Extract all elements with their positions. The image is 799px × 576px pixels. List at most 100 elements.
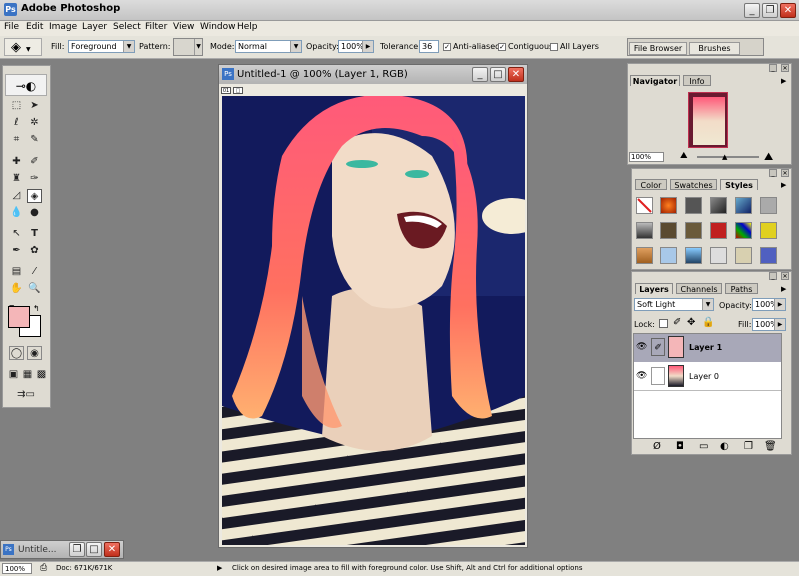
adobe-online-eye-icon[interactable]: ⊸◐	[5, 74, 47, 96]
screen-mode-full-menu-icon[interactable]: ▦	[20, 368, 35, 382]
zoom-slider-track[interactable]	[697, 156, 759, 158]
mode-select[interactable]: Normal ▼	[235, 40, 302, 53]
style-swatch[interactable]	[636, 247, 653, 264]
screen-mode-standard-icon[interactable]: ▣	[6, 368, 21, 382]
anti-aliased-checkbox[interactable]: ✓	[443, 43, 451, 51]
layer-fill-field[interactable]: 100% ▶	[752, 318, 786, 331]
chevron-right-icon[interactable]: ▶	[362, 41, 373, 52]
styles-menu-arrow-icon[interactable]: ▶	[781, 181, 786, 189]
move-tool-icon[interactable]: ➤	[27, 99, 42, 113]
history-brush-tool-icon[interactable]: ✑	[27, 172, 42, 186]
magic-wand-tool-icon[interactable]: ✲	[27, 116, 42, 130]
pattern-picker[interactable]: ▼	[173, 38, 203, 56]
marquee-tool-icon[interactable]: ⬚	[9, 99, 24, 113]
layer-style-icon[interactable]: Ø	[653, 441, 661, 452]
status-zoom-field[interactable]: 100%	[2, 563, 32, 574]
standard-mode-icon[interactable]: ◯	[9, 346, 24, 360]
chevron-right-icon[interactable]: ▶	[774, 299, 785, 310]
foreground-color-swatch[interactable]	[8, 306, 30, 328]
menu-window[interactable]: Window	[200, 22, 236, 32]
brushes-tab[interactable]: Brushes	[689, 42, 740, 55]
zoom-slider-thumb[interactable]: ▲	[722, 153, 727, 161]
lasso-tool-icon[interactable]: ℓ	[9, 116, 24, 130]
min-doc-maximize-button[interactable]: □	[86, 542, 102, 557]
blur-tool-icon[interactable]: 💧	[9, 206, 24, 220]
style-swatch[interactable]	[735, 197, 752, 214]
document-canvas[interactable]	[222, 96, 525, 545]
eyedropper-tool-icon[interactable]: ⁄	[27, 265, 42, 279]
zoom-out-icon[interactable]: ⛰	[680, 151, 688, 161]
brush-tool-icon[interactable]: ✐	[27, 155, 42, 169]
close-button[interactable]: ✕	[780, 3, 796, 18]
styles-close-button[interactable]: ✕	[781, 169, 789, 177]
type-tool-icon[interactable]: T	[27, 227, 42, 241]
new-layer-icon[interactable]: ❐	[744, 441, 753, 452]
notes-tool-icon[interactable]: ▤	[9, 265, 24, 279]
menu-view[interactable]: View	[173, 22, 194, 32]
tab-paths[interactable]: Paths	[725, 283, 758, 294]
layer-link-slot[interactable]	[651, 367, 665, 385]
tab-color[interactable]: Color	[635, 179, 667, 190]
jump-to-imageready-icon[interactable]: ⇉▭	[9, 388, 43, 402]
style-swatch[interactable]	[735, 247, 752, 264]
eraser-tool-icon[interactable]: ◿	[9, 189, 24, 203]
styles-minimize-button[interactable]: _	[769, 169, 777, 177]
style-swatch[interactable]	[760, 247, 777, 264]
clone-stamp-tool-icon[interactable]: ♜	[9, 172, 24, 186]
navigator-menu-arrow-icon[interactable]: ▶	[781, 77, 786, 85]
layer-opacity-field[interactable]: 100% ▶	[752, 298, 786, 311]
style-swatch[interactable]	[735, 222, 752, 239]
min-doc-close-button[interactable]: ✕	[104, 542, 120, 557]
menu-select[interactable]: Select	[113, 22, 141, 32]
tool-preset-picker[interactable]: ◈ ▼	[4, 38, 42, 56]
doc-maximize-button[interactable]: □	[490, 67, 506, 82]
minimize-button[interactable]: _	[744, 3, 760, 18]
hand-tool-icon[interactable]: ✋	[9, 282, 24, 296]
healing-brush-tool-icon[interactable]: ✚	[9, 155, 24, 169]
tab-channels[interactable]: Channels	[676, 283, 722, 294]
all-layers-checkbox[interactable]	[550, 43, 558, 51]
crop-tool-icon[interactable]: ⌗	[9, 133, 24, 147]
dodge-tool-icon[interactable]: ●	[27, 206, 42, 220]
navigator-zoom-field[interactable]: 100%	[629, 152, 664, 162]
swap-colors-icon[interactable]: ↰	[33, 304, 40, 313]
navigator-minimize-button[interactable]: _	[769, 64, 777, 72]
opacity-field[interactable]: 100% ▶	[338, 40, 374, 53]
custom-shape-tool-icon[interactable]: ✿	[27, 244, 42, 258]
fill-select[interactable]: Foreground ▼	[68, 40, 135, 53]
paint-bucket-tool-icon[interactable]: ◈	[27, 189, 42, 203]
style-swatch[interactable]	[636, 222, 653, 239]
tab-navigator[interactable]: Navigator	[630, 75, 680, 86]
style-swatch[interactable]	[685, 222, 702, 239]
blend-mode-select[interactable]: Soft Light ▼	[634, 298, 714, 311]
menu-layer[interactable]: Layer	[82, 22, 107, 32]
layers-close-button[interactable]: ✕	[781, 272, 789, 280]
zoom-in-icon[interactable]: ⛰	[764, 150, 773, 164]
tolerance-field[interactable]: 36	[419, 40, 439, 53]
add-mask-icon[interactable]: ◘	[676, 441, 684, 452]
contiguous-checkbox[interactable]: ✓	[498, 43, 506, 51]
lock-pixels-icon[interactable]: ✐	[673, 317, 681, 328]
layers-menu-arrow-icon[interactable]: ▶	[781, 285, 786, 293]
navigator-close-button[interactable]: ✕	[781, 64, 789, 72]
menu-filter[interactable]: Filter	[145, 22, 167, 32]
style-swatch[interactable]	[636, 197, 653, 214]
menu-image[interactable]: Image	[49, 22, 77, 32]
min-doc-restore-button[interactable]: ❐	[69, 542, 85, 557]
pen-tool-icon[interactable]: ✒	[9, 244, 24, 258]
delete-layer-icon[interactable]: 🗑	[764, 441, 777, 452]
zoom-tool-icon[interactable]: 🔍	[27, 282, 42, 296]
tab-info[interactable]: Info	[683, 75, 711, 86]
tab-styles[interactable]: Styles	[720, 179, 758, 190]
style-swatch[interactable]	[685, 197, 702, 214]
adjustment-layer-icon[interactable]: ◐	[720, 441, 729, 452]
style-swatch[interactable]	[660, 197, 677, 214]
layers-minimize-button[interactable]: _	[769, 272, 777, 280]
layer-visibility-eye-icon[interactable]: 👁	[636, 371, 647, 381]
style-swatch[interactable]	[760, 222, 777, 239]
lock-transparency-icon[interactable]	[659, 319, 668, 328]
tab-layers[interactable]: Layers	[635, 283, 673, 294]
slice-tool-icon[interactable]: ✎	[27, 133, 42, 147]
lock-all-icon[interactable]: 🔒	[702, 317, 714, 328]
screen-mode-full-icon[interactable]: ▩	[34, 368, 49, 382]
